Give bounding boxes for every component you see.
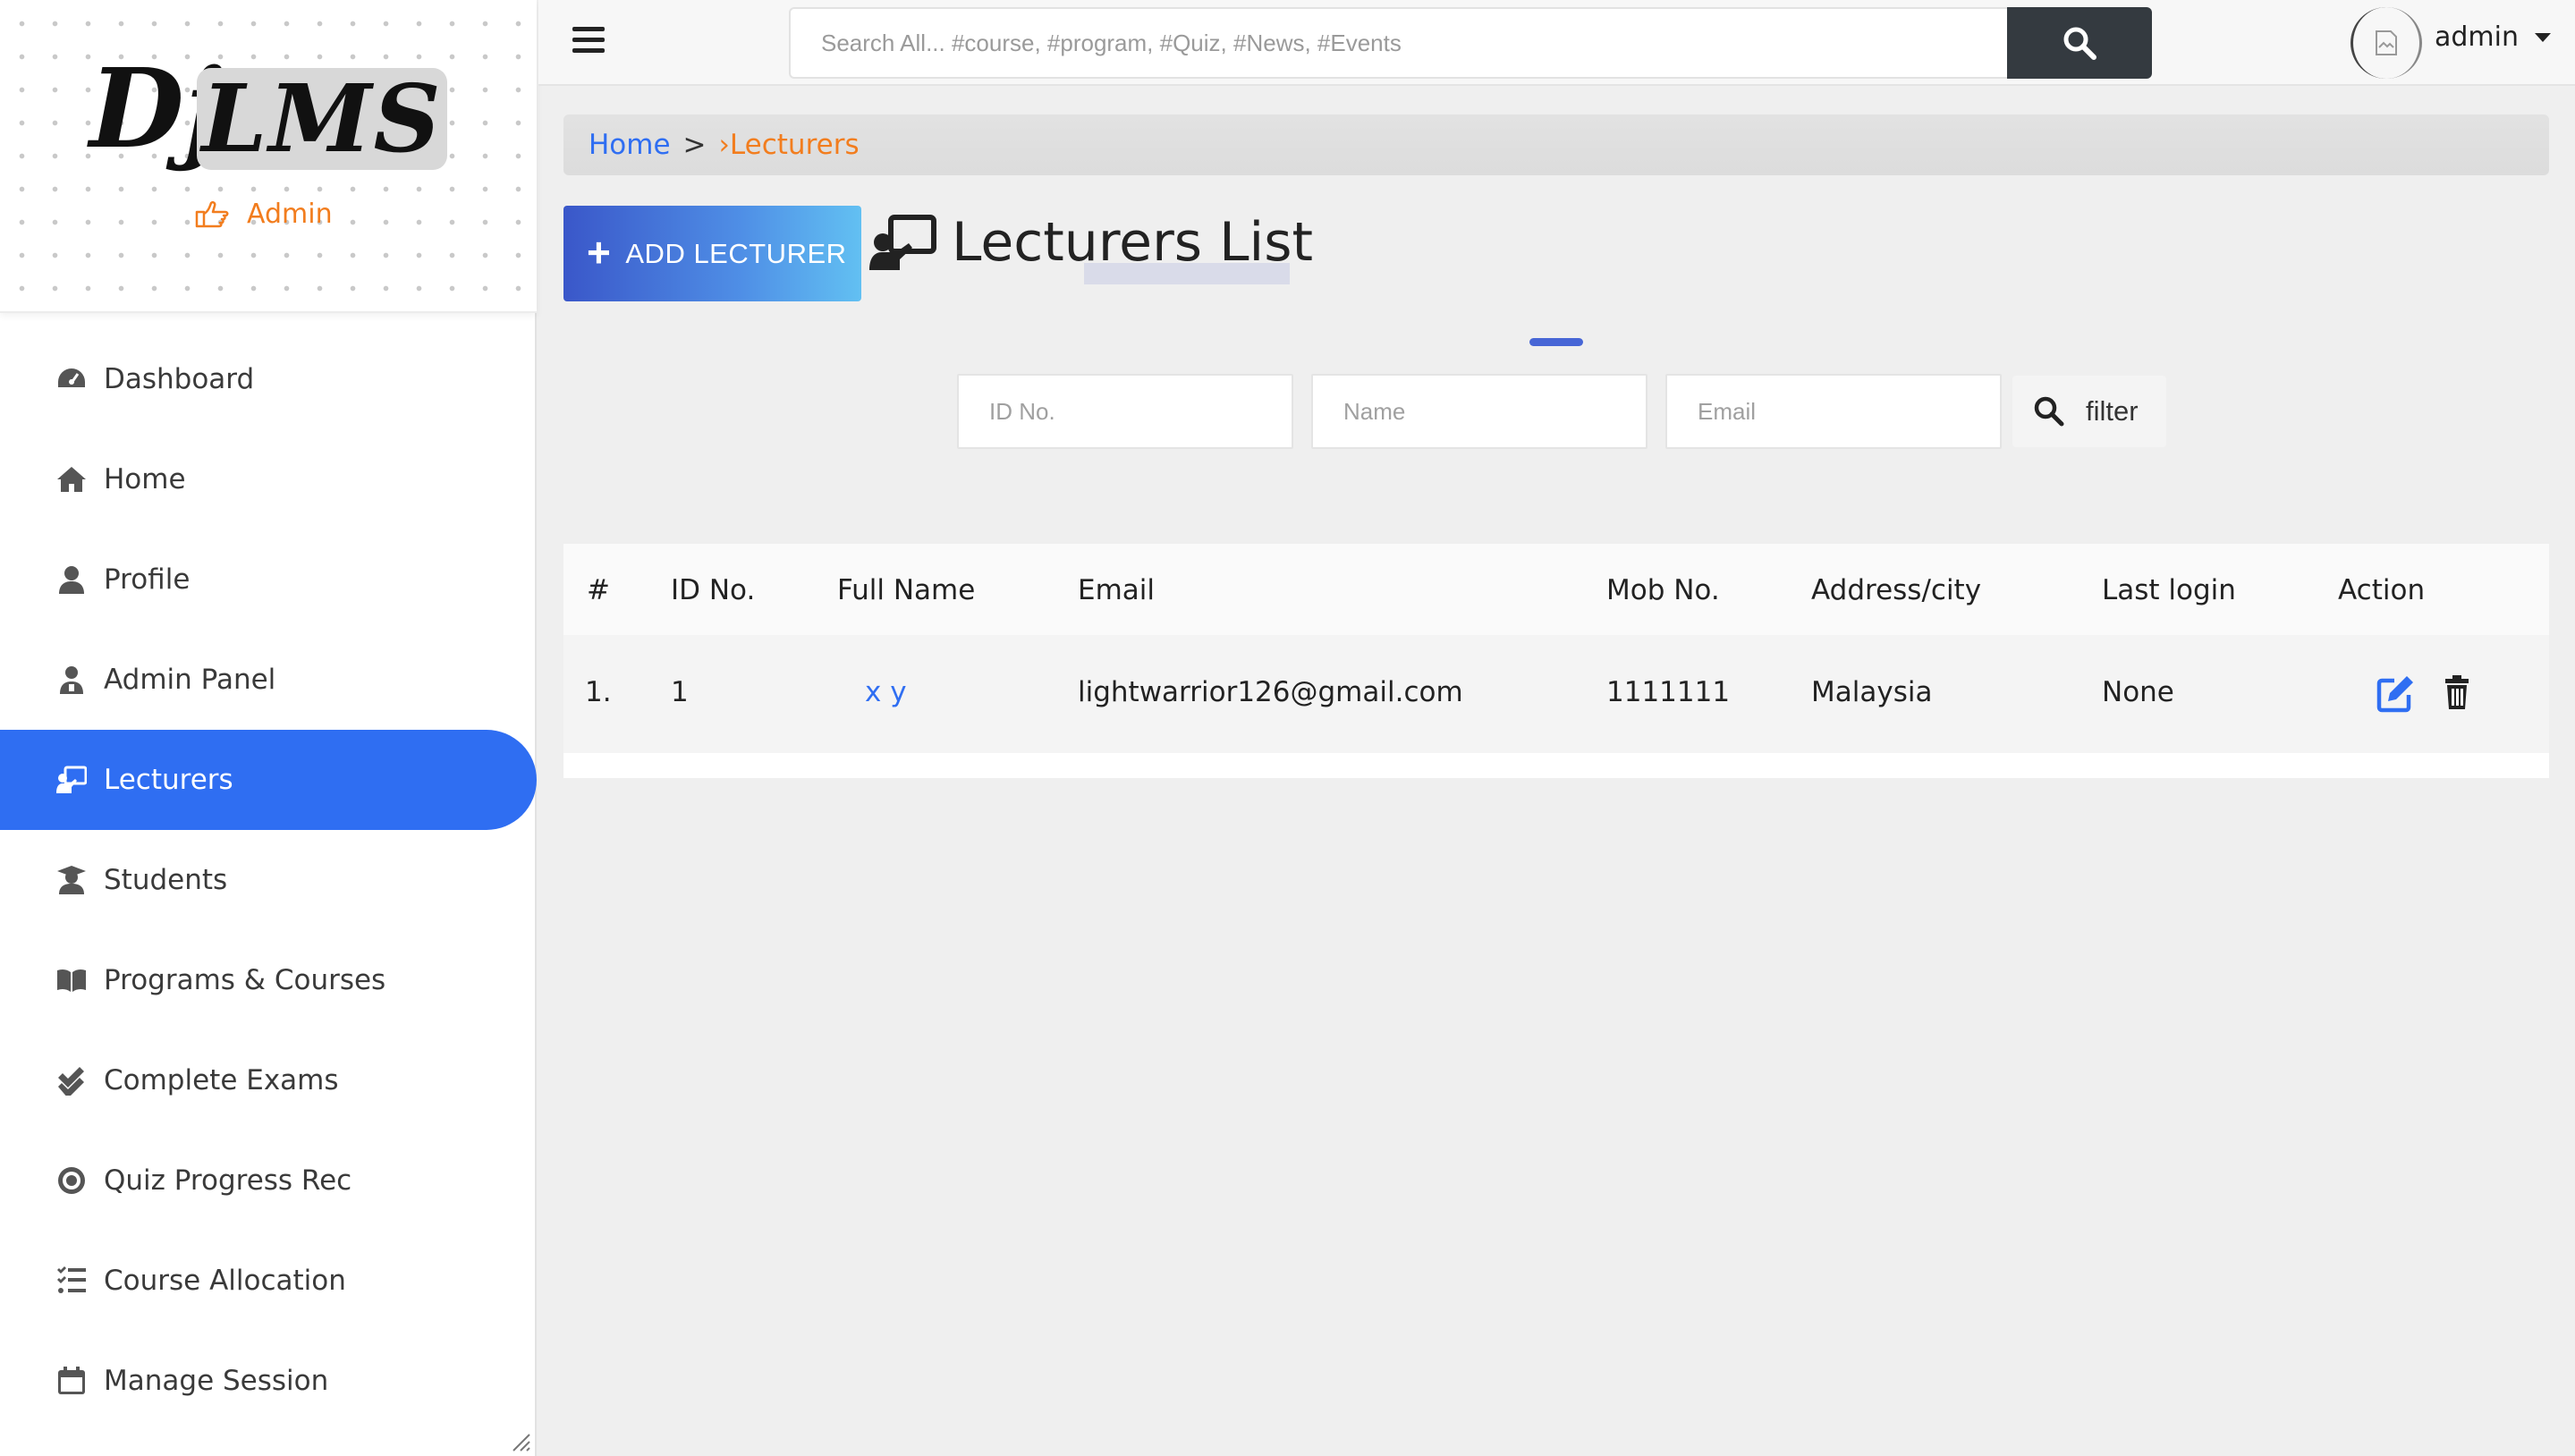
resize-grip-icon[interactable] bbox=[508, 1429, 531, 1452]
page-header: Lecturers List bbox=[869, 211, 1313, 274]
sidebar-item-dashboard[interactable]: Dashboard bbox=[0, 329, 537, 429]
add-lecturer-label: ADD LECTURER bbox=[625, 237, 847, 269]
lecturers-table: # ID No. Full Name Email Mob No. Address… bbox=[563, 544, 2549, 778]
column-header-last-login: Last login bbox=[2102, 574, 2236, 606]
sidebar-item-label: Dashboard bbox=[104, 363, 255, 395]
username-label: admin bbox=[2435, 21, 2519, 53]
hand-pointing-icon bbox=[195, 200, 229, 227]
column-header-mobile: Mob No. bbox=[1606, 574, 1720, 606]
filter-name-input[interactable] bbox=[1311, 374, 1647, 449]
table-row: 1. 1 x y lightwarrior126@gmail.com 11111… bbox=[563, 635, 2549, 753]
cell-mobile: 1111111 bbox=[1606, 676, 1731, 708]
broken-image-icon bbox=[2376, 30, 2397, 55]
menu-toggle-icon[interactable] bbox=[572, 27, 605, 59]
check-double-icon bbox=[55, 1064, 88, 1096]
sidebar-item-label: Students bbox=[104, 864, 228, 896]
chalkboard-teacher-icon bbox=[869, 215, 936, 270]
sidebar-item-course-allocation[interactable]: Course Allocation bbox=[0, 1231, 537, 1331]
global-search-input[interactable] bbox=[789, 7, 2009, 79]
search-icon bbox=[2034, 396, 2064, 427]
column-header-address: Address/city bbox=[1811, 574, 1982, 606]
sidebar-item-label: Course Allocation bbox=[104, 1265, 346, 1297]
cell-last-login: None bbox=[2102, 676, 2174, 708]
breadcrumb-current: ›Lecturers bbox=[718, 129, 860, 161]
user-icon bbox=[55, 563, 88, 596]
user-menu[interactable]: admin bbox=[2435, 21, 2551, 53]
sidebar-item-label: Quiz Progress Rec bbox=[104, 1164, 352, 1197]
sidebar-item-complete-exams[interactable]: Complete Exams bbox=[0, 1030, 537, 1130]
avatar[interactable] bbox=[2351, 7, 2422, 79]
table-header-row: # ID No. Full Name Email Mob No. Address… bbox=[563, 544, 2549, 635]
caret-down-icon bbox=[2535, 32, 2551, 42]
sidebar-item-label: Profile bbox=[104, 563, 191, 596]
tasks-icon bbox=[55, 1265, 88, 1297]
filter-button-label: filter bbox=[2086, 395, 2139, 427]
dashboard-icon bbox=[55, 363, 88, 395]
edit-button[interactable] bbox=[2376, 673, 2417, 714]
filter-email-input[interactable] bbox=[1665, 374, 2002, 449]
sidebar-item-label: Lecturers bbox=[104, 764, 233, 796]
cell-address: Malaysia bbox=[1811, 676, 1933, 708]
sidebar-item-manage-session[interactable]: Manage Session bbox=[0, 1331, 537, 1431]
role-label: Admin bbox=[247, 199, 333, 230]
sidebar-item-label: Home bbox=[104, 463, 186, 495]
search-icon bbox=[2063, 27, 2096, 60]
user-graduate-icon bbox=[55, 864, 88, 896]
sidebar-item-lecturers[interactable]: Lecturers bbox=[0, 730, 537, 830]
column-header-email: Email bbox=[1078, 574, 1156, 606]
sidebar-nav: Dashboard Home Profile Admin Panel Lectu… bbox=[0, 329, 537, 1431]
sidebar-item-label: Admin Panel bbox=[104, 664, 276, 696]
sidebar-item-label: Manage Session bbox=[104, 1365, 329, 1397]
calendar-icon bbox=[55, 1365, 88, 1397]
cell-email: lightwarrior126@gmail.com bbox=[1078, 676, 1463, 708]
record-icon bbox=[55, 1164, 88, 1197]
sidebar-item-label: Programs & Courses bbox=[104, 964, 386, 996]
breadcrumb: Home > ›Lecturers bbox=[563, 114, 2549, 175]
sidebar-item-label: Complete Exams bbox=[104, 1064, 339, 1096]
column-header-number: # bbox=[587, 574, 610, 606]
filter-button[interactable]: filter bbox=[2012, 376, 2166, 447]
sidebar-item-programs-courses[interactable]: Programs & Courses bbox=[0, 930, 537, 1030]
user-shield-icon bbox=[55, 664, 88, 696]
role-indicator: Admin bbox=[195, 199, 333, 230]
book-icon bbox=[55, 964, 88, 996]
edit-icon bbox=[2376, 676, 2413, 713]
home-icon bbox=[55, 463, 88, 495]
add-lecturer-button[interactable]: + ADD LECTURER bbox=[563, 206, 861, 301]
cell-id: 1 bbox=[671, 676, 689, 708]
plus-icon: + bbox=[587, 228, 612, 275]
topbar: admin bbox=[538, 0, 2575, 86]
delete-button[interactable] bbox=[2436, 673, 2478, 714]
brand-header: Dj LMS Admin bbox=[0, 0, 537, 313]
column-header-action: Action bbox=[2338, 574, 2426, 606]
breadcrumb-home-link[interactable]: Home bbox=[589, 129, 671, 161]
page-title: Lecturers List bbox=[952, 211, 1313, 274]
chalkboard-teacher-icon bbox=[55, 764, 88, 796]
search-button[interactable] bbox=[2007, 7, 2152, 79]
breadcrumb-separator: > bbox=[682, 129, 707, 161]
lecturer-name-link[interactable]: x y bbox=[865, 676, 907, 708]
column-header-full-name: Full Name bbox=[837, 574, 976, 606]
sidebar-item-profile[interactable]: Profile bbox=[0, 529, 537, 630]
cell-number: 1. bbox=[585, 676, 612, 708]
sidebar: Dj LMS Admin Dashboard Home Profile Admi… bbox=[0, 0, 537, 1456]
sidebar-item-admin-panel[interactable]: Admin Panel bbox=[0, 630, 537, 730]
section-divider bbox=[1529, 338, 1583, 346]
sidebar-item-students[interactable]: Students bbox=[0, 830, 537, 930]
column-header-id: ID No. bbox=[671, 574, 756, 606]
filter-id-input[interactable] bbox=[957, 374, 1293, 449]
trash-icon bbox=[2445, 675, 2469, 709]
logo-lms-text[interactable]: LMS bbox=[197, 68, 447, 170]
sidebar-item-home[interactable]: Home bbox=[0, 429, 537, 529]
sidebar-item-quiz-progress[interactable]: Quiz Progress Rec bbox=[0, 1130, 537, 1231]
